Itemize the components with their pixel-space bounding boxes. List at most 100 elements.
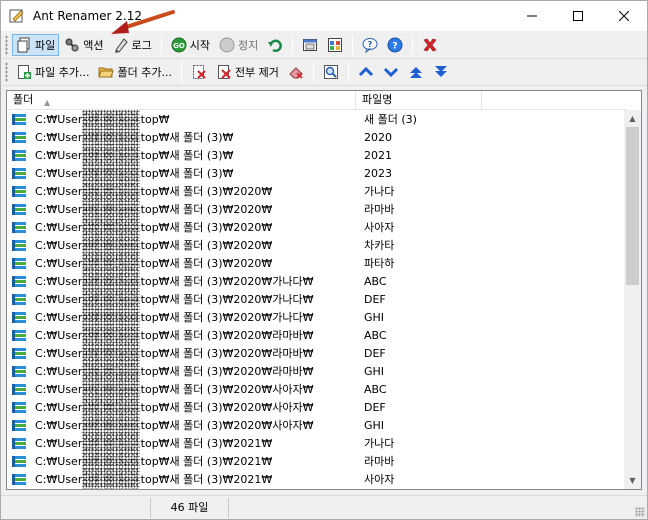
folder-cell: C:₩Users₩ ₩Desktop₩새 폴더 (3)₩2020₩가나다₩ — [7, 273, 356, 289]
preview-button[interactable] — [319, 61, 343, 83]
toolbar-grip[interactable] — [5, 35, 8, 55]
close-button[interactable] — [601, 1, 647, 31]
folder-path: C:₩Users₩ ₩Desktop₩새 폴더 (3)₩2020₩사아자₩ — [35, 383, 314, 396]
file-list[interactable]: 폴더 ▲ 파일명 C:₩Users₩ ₩Desktop₩ 새 폴더 (3) C:₩U… — [6, 90, 642, 490]
title-bar: Ant Renamer 2.12 — [1, 1, 647, 31]
add-folders-button[interactable]: 폴더 추가... — [94, 61, 175, 83]
files-icon — [16, 37, 32, 53]
add-file-icon — [16, 64, 32, 80]
svg-text:?: ? — [368, 40, 373, 49]
remove-all-button[interactable]: 전부 제거 — [212, 61, 283, 83]
folder-path: C:₩Users₩ ₩Desktop₩새 폴더 (3)₩2020₩ — [35, 221, 273, 234]
move-top-button[interactable] — [404, 61, 428, 83]
folder-item-icon — [11, 435, 27, 451]
window-icon — [302, 37, 318, 53]
toolbar-separator — [180, 62, 182, 82]
folder-item-icon — [11, 291, 27, 307]
scroll-up-arrow-icon[interactable]: ▲ — [624, 110, 641, 127]
folder-item-icon — [11, 273, 27, 289]
about-button[interactable]: ? — [383, 34, 407, 56]
folder-cell: C:₩Users₩ ₩Desktop₩새 폴더 (3)₩2020₩ — [7, 237, 356, 253]
folder-path: C:₩Users₩ ₩Desktop₩새 폴더 (3)₩2020₩ — [35, 185, 273, 198]
folder-path: C:₩Users₩ ₩Desktop₩새 폴더 (3)₩2020₩ — [35, 257, 273, 270]
status-pane-empty — [1, 497, 151, 518]
column-header-folder[interactable]: 폴더 ▲ — [7, 91, 356, 110]
folder-path: C:₩Users₩ ₩Desktop₩새 폴더 (3)₩2020₩라마바₩ — [35, 347, 314, 360]
remove-all-icon — [216, 64, 232, 80]
folder-cell: C:₩Users₩ ₩Desktop₩새 폴더 (3)₩2021₩ — [7, 453, 356, 469]
folder-item-icon — [11, 129, 27, 145]
toolbar-separator — [412, 35, 414, 55]
folder-item-icon — [11, 183, 27, 199]
toolbar-separator — [292, 35, 294, 55]
folder-path: C:₩Users₩ ₩Desktop₩새 폴더 (3)₩2021₩ — [35, 473, 273, 486]
folder-item-icon — [11, 471, 27, 487]
window-title: Ant Renamer 2.12 — [33, 9, 143, 23]
log-icon — [113, 37, 129, 53]
remove-dead-button[interactable] — [284, 61, 308, 83]
folder-item-icon — [11, 417, 27, 433]
help-bubble-icon: ? — [362, 37, 378, 53]
start-button[interactable]: GO 시작 — [167, 34, 214, 56]
ant-renamer-app-icon — [9, 8, 25, 24]
folder-cell: C:₩Users₩ ₩Desktop₩새 폴더 (3)₩2020₩ — [7, 201, 356, 217]
folder-cell: C:₩Users₩ ₩Desktop₩새 폴더 (3)₩2021₩ — [7, 471, 356, 487]
minimize-button[interactable] — [509, 1, 555, 31]
options-button[interactable] — [323, 34, 347, 56]
folder-item-icon — [11, 255, 27, 271]
folder-cell: C:₩Users₩ ₩Desktop₩새 폴더 (3)₩ — [7, 129, 356, 145]
folder-path: C:₩Users₩ ₩Desktop₩새 폴더 (3)₩2020₩사아자₩ — [35, 419, 314, 432]
folder-path: C:₩Users₩ ₩Desktop₩새 폴더 (3)₩2020₩사아자₩ — [35, 401, 314, 414]
undo-button[interactable] — [263, 34, 287, 56]
app-window: Ant Renamer 2.12 파일 액션 로그 GO 시작 정지 ? ? 파… — [0, 0, 648, 520]
exit-button[interactable] — [418, 34, 442, 56]
filename-cell: 차카타 — [364, 239, 395, 252]
remove-file-icon — [191, 64, 207, 80]
stop-button[interactable]: 정지 — [215, 34, 262, 56]
folder-cell: C:₩Users₩ ₩Desktop₩새 폴더 (3)₩2020₩라마바₩ — [7, 345, 356, 361]
help-button[interactable]: ? — [358, 34, 382, 56]
folder-item-icon — [11, 111, 27, 127]
actions-tab-button[interactable]: 액션 — [60, 34, 107, 56]
toolbar-grip[interactable] — [5, 62, 8, 82]
log-tab-button[interactable]: 로그 — [109, 34, 156, 56]
folder-item-icon — [11, 381, 27, 397]
stop-label: 정지 — [238, 39, 259, 52]
folder-item-icon — [11, 453, 27, 469]
vertical-scrollbar[interactable]: ▲ ▼ — [624, 110, 641, 489]
maximize-button[interactable] — [555, 1, 601, 31]
move-bottom-button[interactable] — [429, 61, 453, 83]
filename-cell: 2021 — [364, 148, 392, 162]
go-icon: GO — [171, 37, 187, 53]
folder-cell: C:₩Users₩ ₩Desktop₩새 폴더 (3)₩2020₩사아자₩ — [7, 381, 356, 397]
double-chevron-down-icon — [433, 64, 449, 80]
filename-cell: 2020 — [364, 130, 392, 144]
filename-cell: ABC — [364, 382, 387, 396]
folder-open-icon — [98, 64, 115, 80]
filename-cell: 가나다 — [364, 185, 395, 198]
column-header-filename[interactable]: 파일명 — [356, 91, 482, 110]
toolbar-separator — [160, 35, 162, 55]
files-tab-label: 파일 — [35, 39, 56, 52]
filename-cell: 2023 — [364, 166, 392, 180]
main-toolbar: 파일 액션 로그 GO 시작 정지 ? ? — [3, 32, 442, 58]
column-folder-label: 폴더 — [13, 93, 34, 106]
svg-text:GO: GO — [173, 42, 185, 50]
folder-path: C:₩Users₩ ₩Desktop₩새 폴더 (3)₩2020₩가나다₩ — [35, 311, 314, 324]
start-label: 시작 — [189, 39, 210, 52]
files-tab-button[interactable]: 파일 — [12, 34, 60, 56]
move-down-button[interactable] — [379, 61, 403, 83]
eraser-icon — [288, 64, 304, 80]
scrollbar-thumb[interactable] — [626, 127, 639, 285]
folder-path: C:₩Users₩ ₩Desktop₩새 폴더 (3)₩2021₩ — [35, 437, 273, 450]
scroll-down-arrow-icon[interactable]: ▼ — [624, 472, 641, 489]
actions-tab-label: 액션 — [83, 39, 104, 52]
status-bar: 46 파일 — [1, 495, 647, 519]
add-files-button[interactable]: 파일 추가... — [12, 61, 93, 83]
remove-selected-button[interactable] — [187, 61, 211, 83]
folder-cell: C:₩Users₩ ₩Desktop₩새 폴더 (3)₩2020₩라마바₩ — [7, 327, 356, 343]
resize-grip[interactable] — [635, 507, 645, 517]
window-view-button[interactable] — [298, 34, 322, 56]
folder-cell: C:₩Users₩ ₩Desktop₩새 폴더 (3)₩2020₩ — [7, 255, 356, 271]
move-up-button[interactable] — [354, 61, 378, 83]
